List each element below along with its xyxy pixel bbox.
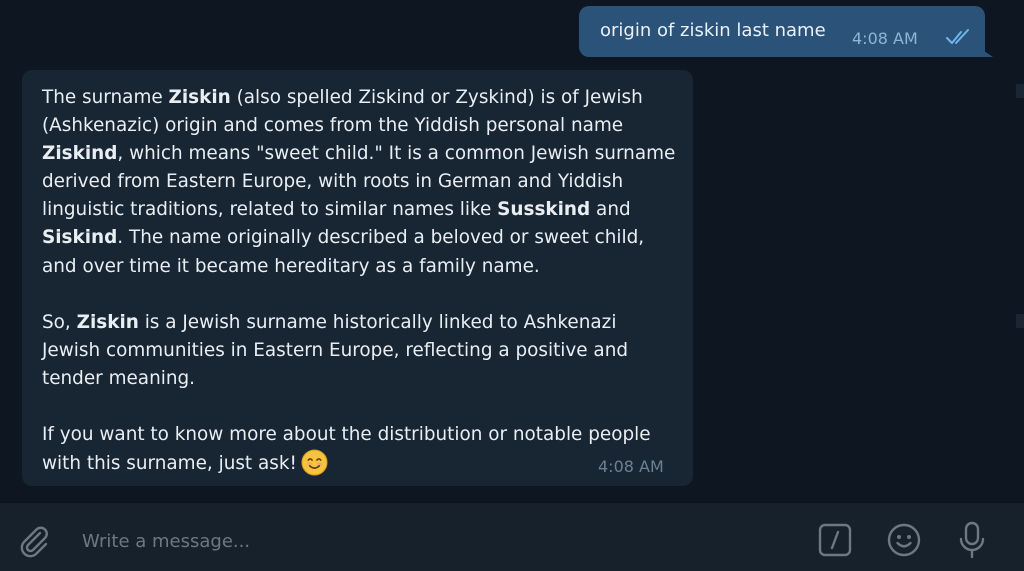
outgoing-message-time: 4:08 AM	[852, 29, 918, 48]
double-check-icon	[946, 29, 969, 44]
message-paragraph: The surname Ziskin (also spelled Ziskind…	[42, 87, 676, 277]
bot-command-icon[interactable]	[818, 523, 852, 557]
message-paragraph: So, Ziskin is a Jewish surname historica…	[42, 311, 629, 389]
microphone-icon[interactable]	[957, 521, 987, 559]
chat-area: origin of ziskin last name 4:08 AM The s…	[0, 0, 1024, 502]
scrollbar-track[interactable]	[1016, 84, 1024, 384]
incoming-message-time: 4:08 AM	[598, 457, 664, 476]
message-input[interactable]	[80, 525, 784, 557]
emoji-icon[interactable]	[886, 522, 922, 558]
outgoing-bubble-tail	[975, 45, 993, 57]
incoming-message-bubble[interactable]: The surname Ziskin (also spelled Ziskind…	[22, 70, 693, 486]
incoming-message-text: The surname Ziskin (also spelled Ziskind…	[42, 84, 677, 478]
outgoing-message-text: origin of ziskin last name	[600, 20, 826, 41]
outgoing-message-bubble[interactable]: origin of ziskin last name 4:08 AM	[579, 6, 985, 57]
smiling-face-emoji-icon	[301, 449, 328, 476]
message-composer	[0, 502, 1024, 571]
paperclip-icon[interactable]	[16, 523, 50, 559]
message-paragraph: If you want to know more about the distr…	[42, 424, 651, 476]
